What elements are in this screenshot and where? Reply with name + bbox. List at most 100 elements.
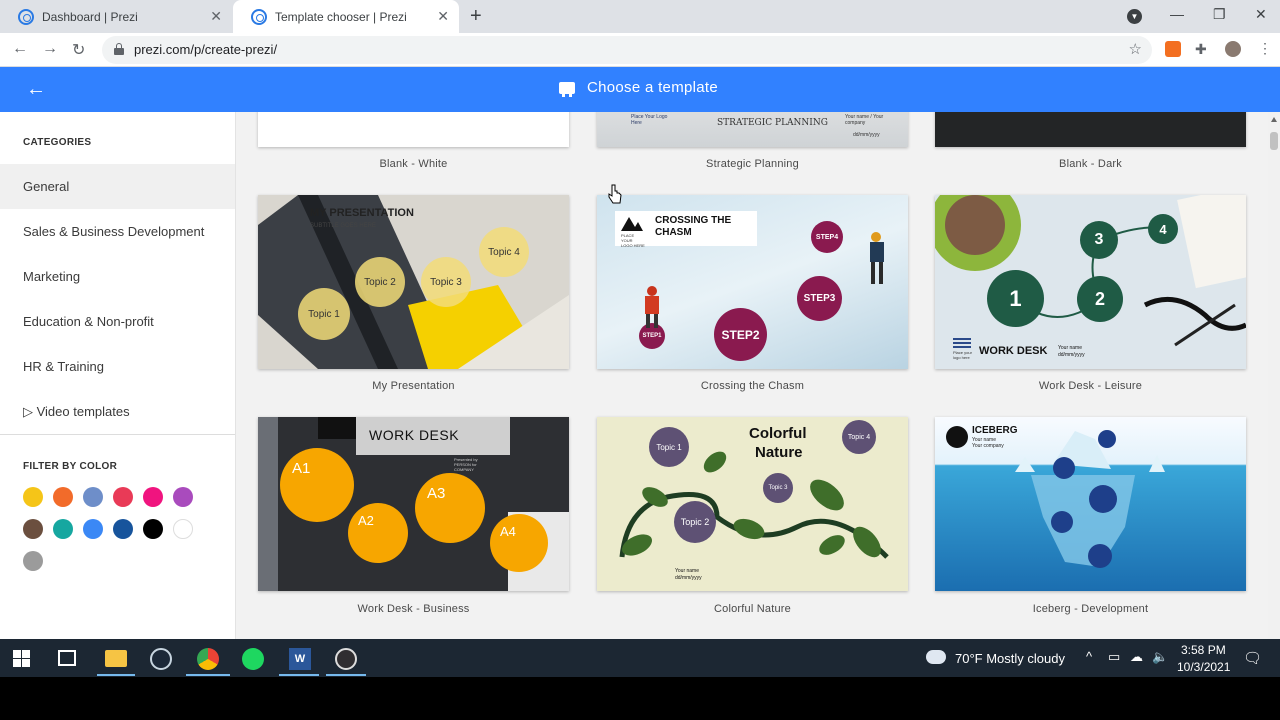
close-tab-icon[interactable]: ✕ (210, 8, 222, 24)
word-icon[interactable]: W (289, 648, 311, 670)
topic-bubble: Topic 1 (298, 288, 350, 340)
sidebar-item-general[interactable]: General (0, 164, 235, 209)
template-label[interactable]: Crossing the Chasm (597, 380, 908, 392)
browser-tab-strip: Dashboard | Prezi ✕ Template chooser | P… (0, 0, 1280, 33)
topic-dot (1088, 544, 1112, 568)
template-label[interactable]: My Presentation (258, 380, 569, 392)
address-bar[interactable]: prezi.com/p/create-prezi/ ☆ (102, 36, 1152, 64)
topic-dot (1089, 485, 1117, 513)
minimize-icon[interactable]: — (1170, 6, 1184, 22)
color-swatch[interactable] (53, 519, 73, 539)
topic-bubble: Topic 2 (674, 501, 716, 543)
step-bubble: STEP3 (797, 276, 842, 321)
network-icon[interactable]: ▭ (1108, 649, 1120, 665)
color-swatch[interactable] (83, 519, 103, 539)
color-swatch[interactable] (173, 519, 193, 539)
sidebar-item-video[interactable]: ▷ Video templates (0, 389, 235, 434)
template-thumb-work-desk-business[interactable]: WORK DESK Presented by PERSON for COMPAN… (258, 417, 569, 591)
item-bubble: A1 (280, 448, 354, 522)
extension-icon[interactable] (1165, 41, 1181, 57)
task-view-icon[interactable] (58, 650, 76, 666)
template-label[interactable]: Strategic Planning (597, 158, 908, 170)
tab-title: Template chooser | Prezi (275, 9, 407, 24)
more-menu-icon[interactable]: ⋮ (1258, 40, 1272, 57)
color-swatch[interactable] (113, 519, 133, 539)
avatar[interactable] (1225, 41, 1241, 57)
windows-start-icon[interactable] (13, 650, 35, 672)
template-label[interactable]: Work Desk - Leisure (935, 380, 1246, 392)
active-underline (186, 674, 230, 676)
template-thumb-strategic-planning[interactable]: Place Your Logo Here STRATEGIC PLANNING … (597, 112, 908, 147)
tab-dashboard[interactable]: Dashboard | Prezi ✕ (0, 0, 232, 33)
color-swatch[interactable] (23, 487, 43, 507)
close-tab-icon[interactable]: ✕ (437, 8, 449, 24)
sidebar: CATEGORIES General Sales & Business Deve… (0, 112, 236, 639)
template-thumb-my-presentation[interactable]: MY PRESENTATION SUBTITLE GOES HERE Topic… (258, 195, 569, 369)
clock-time[interactable]: 3:58 PM (1181, 643, 1226, 657)
template-thumb-work-desk-leisure[interactable]: 1 2 3 4 WORK DESK Your name dd/mm/yyyy P… (935, 195, 1246, 369)
extensions-puzzle-icon[interactable]: ✚ (1195, 41, 1211, 57)
logo-stripes-icon (953, 338, 971, 348)
template-thumb-iceberg[interactable]: ICEBERG Your name Your company (935, 417, 1246, 591)
sidebar-item-sales[interactable]: Sales & Business Development (0, 209, 235, 254)
obs-icon[interactable] (335, 648, 357, 670)
step-bubble: STEP4 (811, 221, 843, 253)
url-text[interactable]: prezi.com/p/create-prezi/ (134, 42, 277, 57)
sidebar-item-hr[interactable]: HR & Training (0, 344, 235, 389)
back-arrow-icon[interactable]: ← (26, 79, 46, 99)
color-swatch[interactable] (83, 487, 103, 507)
template-label[interactable]: Work Desk - Business (258, 603, 569, 615)
scroll-thumb[interactable] (1270, 132, 1278, 150)
sidebar-item-marketing[interactable]: Marketing (0, 254, 235, 299)
weather-text[interactable]: 70°F Mostly cloudy (955, 651, 1065, 666)
color-swatch[interactable] (113, 487, 133, 507)
color-swatch[interactable] (23, 519, 43, 539)
template-label[interactable]: Blank - White (258, 158, 569, 170)
color-swatch[interactable] (173, 487, 193, 507)
color-swatch[interactable] (23, 551, 43, 571)
new-tab-button[interactable]: + (470, 5, 482, 27)
color-swatch[interactable] (53, 487, 73, 507)
file-explorer-icon[interactable] (105, 650, 127, 667)
restore-icon[interactable]: ❐ (1213, 6, 1226, 23)
window-close-icon[interactable]: ✕ (1255, 6, 1267, 23)
template-label[interactable]: Iceberg - Development (935, 603, 1246, 615)
chrome-menu-down-icon[interactable]: ▼ (1127, 9, 1142, 24)
template-label[interactable]: Blank - Dark (935, 158, 1246, 170)
weather-cloud-icon[interactable] (926, 650, 946, 664)
thumb-text: Presented by PERSON for COMPANY (454, 457, 478, 472)
letterbox (0, 677, 1280, 720)
notification-icon[interactable]: 🗨 (1243, 649, 1262, 667)
chrome-icon[interactable] (197, 648, 219, 670)
volume-icon[interactable]: 🔈 (1152, 649, 1168, 665)
color-swatch[interactable] (143, 487, 163, 507)
template-thumb-colorful-nature[interactable]: Colorful Nature Topic 1 Topic 2 Topic 3 … (597, 417, 908, 591)
template-label[interactable]: Colorful Nature (597, 603, 908, 615)
header-title-group: Choose a template (559, 79, 718, 97)
step-bubble: 1 (987, 270, 1044, 327)
back-icon[interactable]: ← (12, 40, 28, 58)
reload-icon[interactable]: ↻ (72, 40, 85, 60)
bookmark-star-icon[interactable]: ☆ (1129, 40, 1142, 58)
browser-toolbar: ← → ↻ prezi.com/p/create-prezi/ ☆ ✚ ⋮ (0, 33, 1280, 67)
forward-icon[interactable]: → (42, 40, 58, 58)
template-thumb-blank-white[interactable] (258, 112, 569, 147)
onedrive-cloud-icon[interactable]: ☁ (1130, 649, 1143, 665)
divider (0, 434, 235, 435)
scrollbar[interactable] (1268, 112, 1280, 639)
bear-logo-icon (946, 426, 968, 448)
template-thumb-crossing-the-chasm[interactable]: PLACE YOUR LOGO HERE CROSSING THE CHASM … (597, 195, 908, 369)
scroll-up-icon[interactable] (1271, 117, 1277, 122)
thumb-text: STRATEGIC PLANNING (717, 118, 828, 128)
template-header: ← Choose a template (0, 67, 1280, 112)
item-bubble: A3 (415, 473, 485, 543)
tray-chevron-icon[interactable]: ^ (1086, 649, 1092, 664)
sidebar-item-education[interactable]: Education & Non-profit (0, 299, 235, 344)
steam-icon[interactable] (150, 648, 172, 670)
clock-date[interactable]: 10/3/2021 (1177, 660, 1230, 674)
template-thumb-blank-dark[interactable] (935, 112, 1246, 147)
spotify-icon[interactable] (242, 648, 264, 670)
color-swatch[interactable] (143, 519, 163, 539)
tab-template-chooser[interactable]: Template chooser | Prezi ✕ (233, 0, 459, 33)
laptop-edge (258, 417, 278, 591)
